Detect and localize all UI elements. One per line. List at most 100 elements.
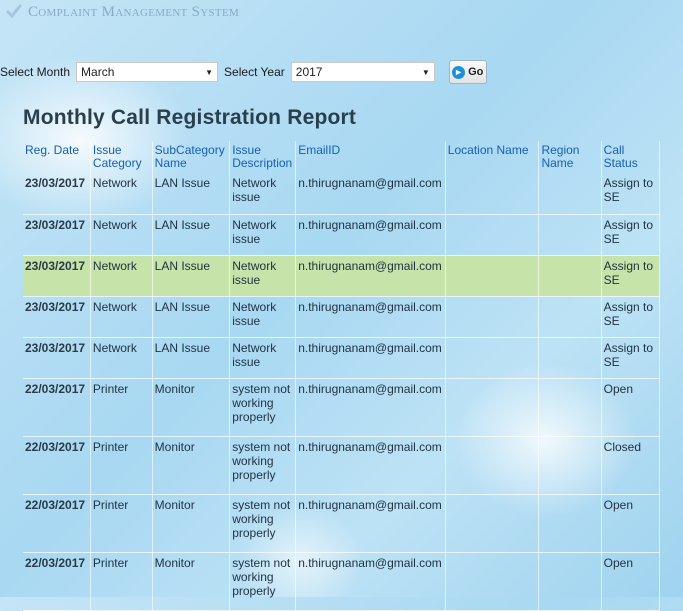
- description-cell: system not working properly: [229, 436, 297, 495]
- month-value: March: [81, 65, 115, 79]
- year-select[interactable]: 2017 ▼: [290, 62, 435, 82]
- reg-date-cell: 23/03/2017: [23, 337, 91, 379]
- subcategory-cell: Monitor: [152, 378, 231, 437]
- year-value: 2017: [295, 65, 323, 79]
- report-table: Reg. Date Issue Category SubCategory Nam…: [23, 141, 661, 611]
- email-cell: n.thirugnanam@gmail.com: [295, 337, 446, 379]
- description-cell: Network issue: [229, 255, 297, 297]
- table-row[interactable]: 23/03/2017 Network LAN Issue Network iss…: [23, 337, 661, 379]
- issue-category-cell: Network: [90, 214, 153, 256]
- reg-date-cell: 22/03/2017: [23, 436, 91, 495]
- email-cell: n.thirugnanam@gmail.com: [295, 378, 446, 437]
- issue-category-cell: Printer: [90, 436, 153, 495]
- filter-bar: Select Month March ▼ Select Year 2017 ▼ …: [0, 58, 487, 86]
- subcategory-cell: LAN Issue: [152, 255, 231, 297]
- email-cell: n.thirugnanam@gmail.com: [295, 494, 446, 553]
- issue-category-cell: Printer: [90, 552, 153, 611]
- region-cell: [538, 378, 602, 437]
- issue-category-cell: Network: [90, 173, 153, 215]
- column-header-issue-description[interactable]: Issue Description: [229, 141, 297, 173]
- reg-date-cell: 22/03/2017: [23, 552, 91, 611]
- call-status-cell: Assign to SE: [601, 214, 661, 256]
- column-header-issue-category[interactable]: Issue Category: [90, 141, 153, 173]
- column-header-call-status[interactable]: Call Status: [601, 141, 661, 173]
- table-row[interactable]: 22/03/2017 Printer Monitor system not wo…: [23, 436, 661, 495]
- table-row[interactable]: 23/03/2017 Network LAN Issue Network iss…: [23, 173, 661, 215]
- subcategory-cell: LAN Issue: [152, 296, 231, 338]
- table-row[interactable]: 22/03/2017 Printer Monitor system not wo…: [23, 494, 661, 553]
- reg-date-cell: 23/03/2017: [23, 214, 91, 256]
- table-row[interactable]: 22/03/2017 Printer Monitor system not wo…: [23, 552, 661, 611]
- description-cell: system not working properly: [229, 494, 297, 553]
- location-cell: [445, 436, 540, 495]
- reg-date-cell: 23/03/2017: [23, 173, 91, 215]
- subcategory-cell: Monitor: [152, 494, 231, 553]
- subcategory-cell: LAN Issue: [152, 173, 231, 215]
- go-button[interactable]: ► Go: [448, 60, 487, 84]
- description-cell: system not working properly: [229, 378, 297, 437]
- description-cell: Network issue: [229, 337, 297, 379]
- region-cell: [538, 173, 602, 215]
- location-cell: [445, 255, 540, 297]
- region-cell: [538, 214, 602, 256]
- subcategory-cell: LAN Issue: [152, 214, 231, 256]
- month-select[interactable]: March ▼: [76, 62, 219, 82]
- call-status-cell: Open: [601, 494, 661, 553]
- call-status-cell: Open: [601, 378, 661, 437]
- subcategory-cell: LAN Issue: [152, 337, 231, 379]
- issue-category-cell: Network: [90, 255, 153, 297]
- table-row[interactable]: 23/03/2017 Network LAN Issue Network iss…: [23, 214, 661, 256]
- table-row-highlighted[interactable]: 23/03/2017 Network LAN Issue Network iss…: [23, 255, 661, 297]
- call-status-cell: Assign to SE: [601, 296, 661, 338]
- subcategory-cell: Monitor: [152, 552, 231, 611]
- location-cell: [445, 296, 540, 338]
- email-cell: n.thirugnanam@gmail.com: [295, 214, 446, 256]
- column-header-region-name[interactable]: Region Name: [538, 141, 602, 173]
- region-cell: [538, 494, 602, 553]
- email-cell: n.thirugnanam@gmail.com: [295, 552, 446, 611]
- year-label: Select Year: [224, 65, 285, 79]
- column-header-reg-date[interactable]: Reg. Date: [23, 141, 91, 173]
- month-label: Select Month: [0, 65, 71, 79]
- location-cell: [445, 378, 540, 437]
- call-status-cell: Open: [601, 552, 661, 611]
- app-header: Complaint Management System: [6, 1, 239, 23]
- reg-date-cell: 22/03/2017: [23, 378, 91, 437]
- call-status-cell: Assign to SE: [601, 337, 661, 379]
- reg-date-cell: 23/03/2017: [23, 255, 91, 297]
- call-status-cell: Assign to SE: [601, 255, 661, 297]
- location-cell: [445, 173, 540, 215]
- description-cell: Network issue: [229, 296, 297, 338]
- chevron-down-icon: ▼: [205, 67, 214, 77]
- issue-category-cell: Network: [90, 296, 153, 338]
- reg-date-cell: 23/03/2017: [23, 296, 91, 338]
- issue-category-cell: Printer: [90, 494, 153, 553]
- go-label: Go: [468, 66, 484, 78]
- region-cell: [538, 337, 602, 379]
- table-header-row: Reg. Date Issue Category SubCategory Nam…: [23, 141, 661, 173]
- table-row[interactable]: 22/03/2017 Printer Monitor system not wo…: [23, 378, 661, 437]
- call-status-cell: Closed: [601, 436, 661, 495]
- email-cell: n.thirugnanam@gmail.com: [295, 296, 446, 338]
- region-cell: [538, 436, 602, 495]
- region-cell: [538, 255, 602, 297]
- description-cell: system not working properly: [229, 552, 297, 611]
- email-cell: n.thirugnanam@gmail.com: [295, 173, 446, 215]
- issue-category-cell: Printer: [90, 378, 153, 437]
- location-cell: [445, 494, 540, 553]
- reg-date-cell: 22/03/2017: [23, 494, 91, 553]
- location-cell: [445, 214, 540, 256]
- arrow-circle-icon: ►: [452, 65, 466, 79]
- table-row[interactable]: 23/03/2017 Network LAN Issue Network iss…: [23, 296, 661, 338]
- issue-category-cell: Network: [90, 337, 153, 379]
- region-cell: [538, 552, 602, 611]
- report-title: Monthly Call Registration Report: [23, 106, 357, 129]
- column-header-location-name[interactable]: Location Name: [445, 141, 540, 173]
- check-icon: [6, 4, 22, 19]
- subcategory-cell: Monitor: [152, 436, 231, 495]
- column-header-subcategory-name[interactable]: SubCategory Name: [152, 141, 231, 173]
- chevron-down-icon: ▼: [421, 67, 430, 77]
- email-cell: n.thirugnanam@gmail.com: [295, 255, 446, 297]
- description-cell: Network issue: [229, 173, 297, 215]
- column-header-email-id[interactable]: EmailID: [295, 141, 446, 173]
